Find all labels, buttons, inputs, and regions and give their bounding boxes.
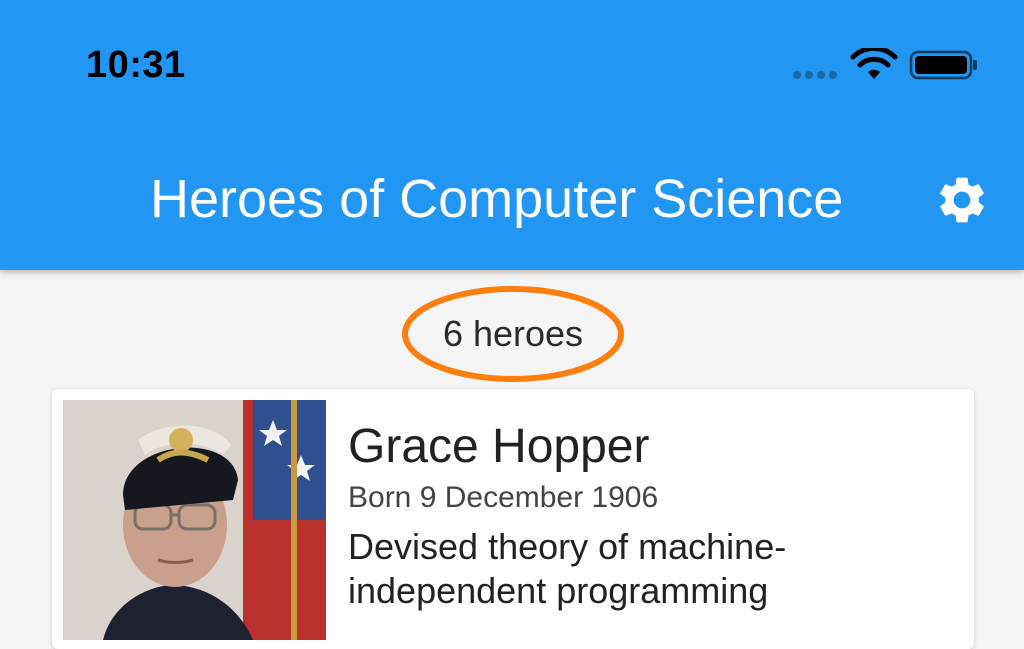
- app-bar: 10:31 Heroes of Computer Science: [0, 0, 1024, 270]
- hero-description: Devised theory of machine-independent pr…: [348, 526, 787, 611]
- cellular-dots-icon: [793, 71, 841, 79]
- wifi-icon: [850, 48, 898, 79]
- app-title: Heroes of Computer Science: [150, 169, 844, 229]
- hero-name: Grace Hopper: [348, 420, 650, 473]
- hero-count: 6 heroes: [400, 284, 626, 384]
- gear-icon[interactable]: [934, 172, 990, 228]
- battery-full-icon: [909, 50, 977, 80]
- hero-photo: [63, 400, 326, 640]
- status-bar-time: 10:31: [86, 44, 186, 86]
- hero-born: Born 9 December 1906: [348, 481, 659, 514]
- hero-card[interactable]: Grace Hopper Born 9 December 1906 Devise…: [52, 389, 974, 649]
- hero-count-text: 6 heroes: [442, 313, 584, 354]
